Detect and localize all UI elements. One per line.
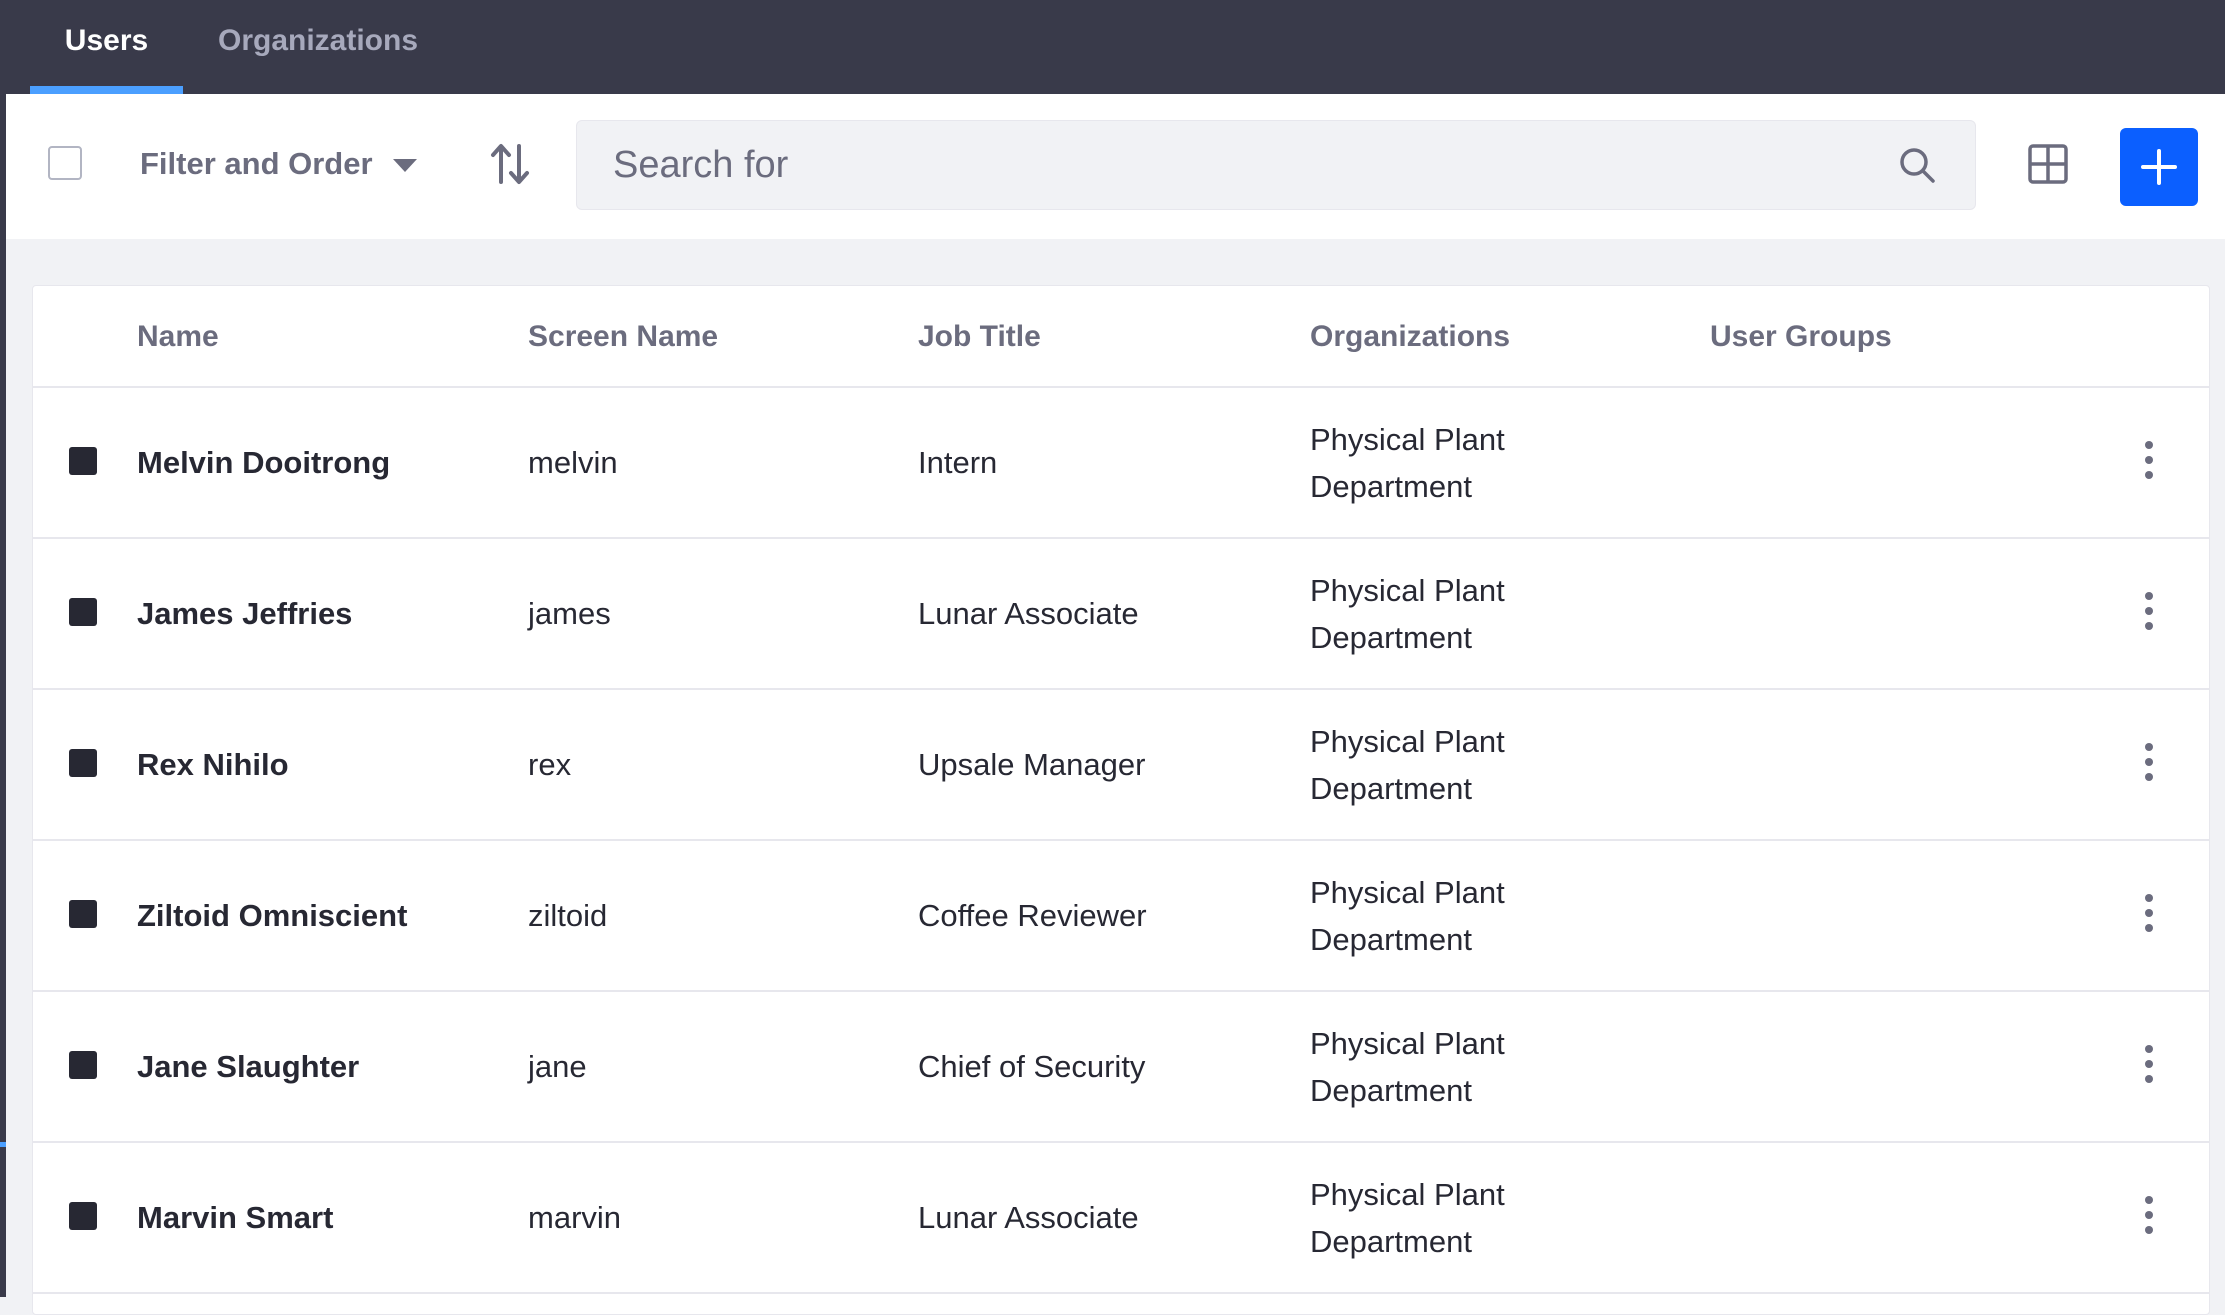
table-row[interactable]: Marvin Smart marvin Lunar Associate Phys… xyxy=(33,1143,2209,1294)
table-header: Name Screen Name Job Title Organizations… xyxy=(33,286,2209,388)
kebab-menu-icon[interactable] xyxy=(2143,742,2155,782)
tab-users[interactable]: Users xyxy=(30,0,183,94)
job-title: Lunar Associate xyxy=(918,1199,1139,1235)
screen-name: melvin xyxy=(528,444,618,480)
user-name[interactable]: Rex Nihilo xyxy=(137,690,289,839)
organizations: Physical Plant Department xyxy=(1310,723,1505,806)
organizations: Physical Plant Department xyxy=(1310,1176,1505,1259)
row-checkbox[interactable] xyxy=(69,1051,97,1079)
kebab-menu-icon[interactable] xyxy=(2143,893,2155,933)
screen-name: ziltoid xyxy=(528,897,608,933)
user-name[interactable]: Jane Slaughter xyxy=(137,992,359,1141)
kebab-menu-icon[interactable] xyxy=(2143,591,2155,631)
column-header-name[interactable]: Name xyxy=(137,320,219,354)
select-all-checkbox[interactable] xyxy=(48,146,82,180)
organizations: Physical Plant Department xyxy=(1310,572,1505,655)
user-name[interactable]: Marvin Smart xyxy=(137,1143,333,1292)
filter-and-order-label: Filter and Order xyxy=(140,146,373,181)
kebab-menu-icon[interactable] xyxy=(2143,440,2155,480)
job-title: Chief of Security xyxy=(918,1048,1146,1084)
screen-name: james xyxy=(528,595,611,631)
column-header-user-groups[interactable]: User Groups xyxy=(1710,320,1892,354)
row-checkbox[interactable] xyxy=(69,598,97,626)
search-box xyxy=(576,120,1976,210)
tab-organizations[interactable]: Organizations xyxy=(196,0,440,94)
screen-name: rex xyxy=(528,746,572,782)
column-header-organizations[interactable]: Organizations xyxy=(1310,320,1510,354)
column-header-job-title[interactable]: Job Title xyxy=(918,320,1041,354)
job-title: Lunar Associate xyxy=(918,595,1139,631)
user-name[interactable]: James Jeffries xyxy=(137,539,352,688)
user-name[interactable]: Ziltoid Omniscient xyxy=(137,841,407,990)
table-row[interactable]: Jane Slaughter jane Chief of Security Ph… xyxy=(33,992,2209,1143)
filter-and-order-dropdown[interactable]: Filter and Order xyxy=(140,136,417,192)
organizations: Physical Plant Department xyxy=(1310,874,1505,957)
screen-name: jane xyxy=(528,1048,587,1084)
cards-view-icon[interactable] xyxy=(2026,142,2070,186)
top-tab-bar: Users Organizations xyxy=(0,0,2225,94)
organizations: Physical Plant Department xyxy=(1310,1025,1505,1108)
job-title: Intern xyxy=(918,444,998,480)
table-row[interactable]: Ziltoid Omniscient ziltoid Coffee Review… xyxy=(33,841,2209,992)
table-row[interactable]: James Jeffries james Lunar Associate Phy… xyxy=(33,539,2209,690)
search-input[interactable] xyxy=(577,121,1877,209)
organizations: Physical Plant Department xyxy=(1310,421,1505,504)
caret-down-icon xyxy=(392,158,417,172)
management-toolbar: Filter and Order xyxy=(6,94,2225,239)
column-header-screen-name[interactable]: Screen Name xyxy=(528,320,718,354)
search-icon[interactable] xyxy=(1897,145,1937,185)
sort-arrows-icon[interactable] xyxy=(486,140,534,188)
user-name[interactable]: Melvin Dooitrong xyxy=(137,388,390,537)
kebab-menu-icon[interactable] xyxy=(2143,1195,2155,1235)
job-title: Upsale Manager xyxy=(918,746,1146,782)
row-checkbox[interactable] xyxy=(69,1202,97,1230)
job-title: Coffee Reviewer xyxy=(918,897,1147,933)
left-edge-accent xyxy=(0,1142,6,1147)
kebab-menu-icon[interactable] xyxy=(2143,1044,2155,1084)
table-row[interactable]: Rex Nihilo rex Upsale Manager Physical P… xyxy=(33,690,2209,841)
row-checkbox[interactable] xyxy=(69,900,97,928)
add-user-button[interactable] xyxy=(2120,128,2198,206)
row-checkbox[interactable] xyxy=(69,749,97,777)
table-row[interactable]: Melvin Dooitrong melvin Intern Physical … xyxy=(33,388,2209,539)
plus-icon xyxy=(2141,149,2177,185)
screen-name: marvin xyxy=(528,1199,622,1235)
row-checkbox[interactable] xyxy=(69,447,97,475)
users-table: Name Screen Name Job Title Organizations… xyxy=(32,285,2210,1315)
